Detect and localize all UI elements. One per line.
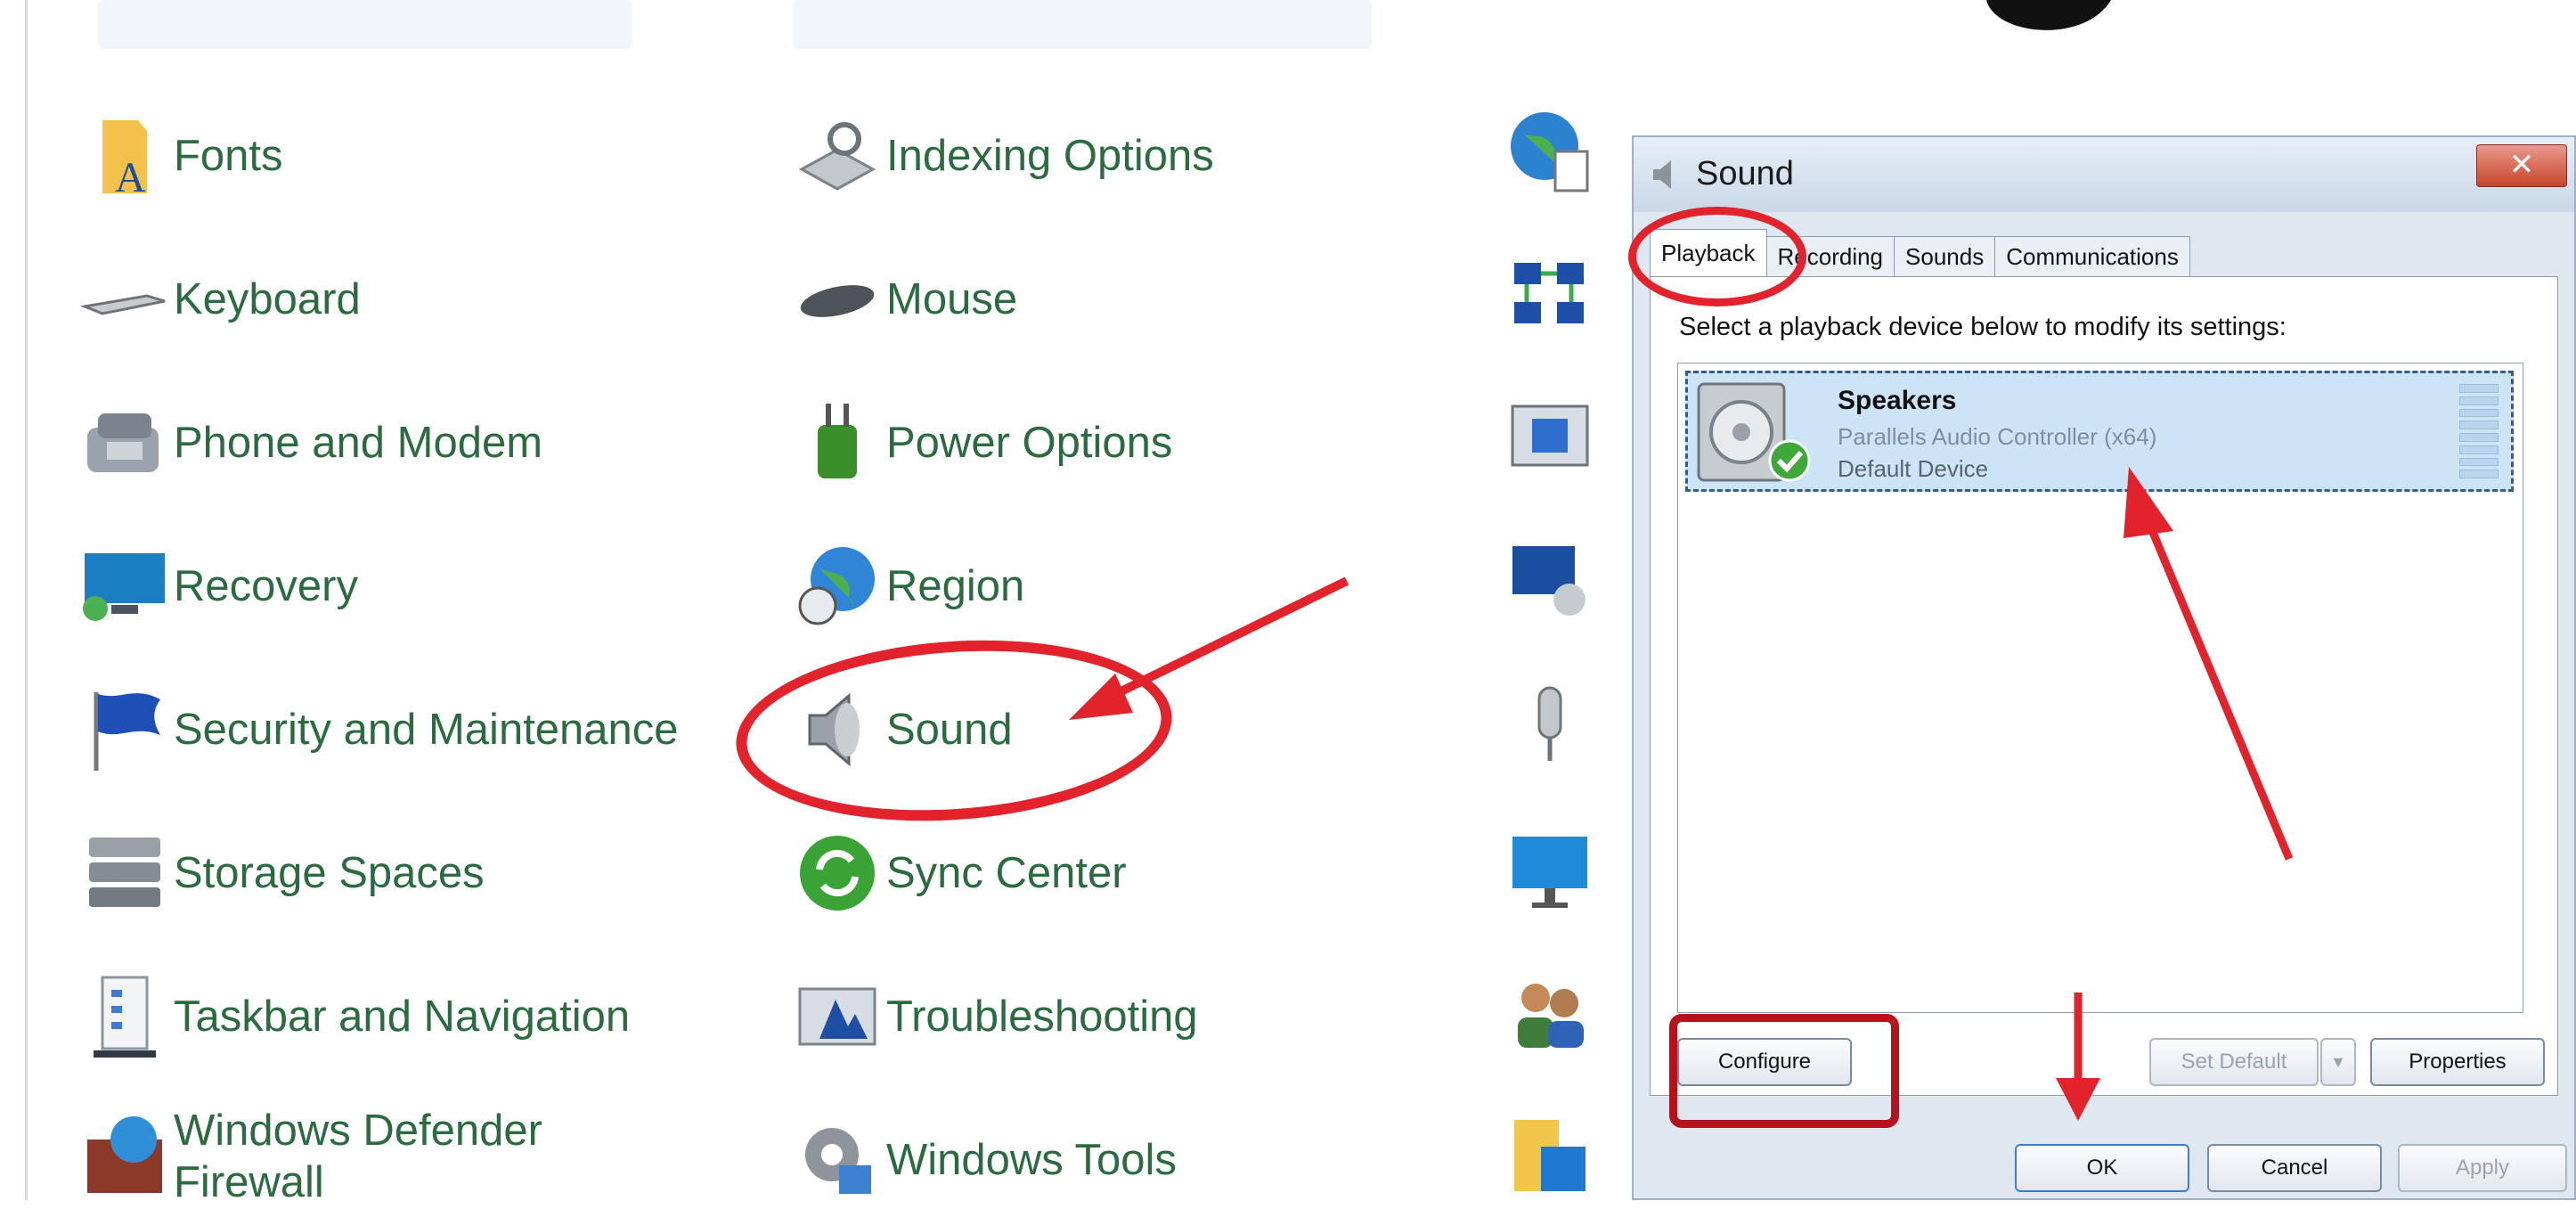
cp-item-troubleshooting[interactable]: Troubleshooting — [788, 968, 1198, 1066]
playback-panel: Select a playback device below to modify… — [1650, 276, 2558, 1096]
gear-tools-icon — [788, 1111, 886, 1209]
partial-dark-icon — [1986, 0, 2111, 30]
keyboard-icon — [76, 250, 174, 348]
security-flag-icon — [76, 681, 174, 779]
storage-spaces-icon — [76, 824, 174, 922]
svg-text:A: A — [115, 154, 146, 200]
properties-button[interactable]: Properties — [2370, 1038, 2545, 1086]
annotation-circle-playback-tab — [1628, 207, 1806, 306]
set-default-dropdown[interactable]: ▼ — [2320, 1038, 2356, 1086]
remote-desktop-icon[interactable] — [1505, 537, 1603, 635]
device-status: Default Device — [1838, 455, 1989, 482]
control-panel: A Fonts Keyboard Phone and Modem Recover… — [0, 0, 1630, 1206]
users-icon[interactable] — [1505, 968, 1603, 1066]
speaker-device-icon — [1697, 382, 1811, 482]
remoteapp-icon[interactable] — [1505, 394, 1603, 492]
cp-item-power-options[interactable]: Power Options — [788, 394, 1172, 492]
dialog-titlebar[interactable]: Sound ✕ — [1634, 137, 2574, 212]
fonts-folder-icon: A — [76, 107, 174, 205]
taskbar-icon — [76, 968, 174, 1066]
troubleshooting-icon — [788, 968, 886, 1066]
annotation-arrow-device — [2124, 467, 2294, 861]
left-border — [25, 0, 28, 1200]
device-item-speakers[interactable]: Speakers Parallels Audio Controller (x64… — [1685, 371, 2514, 492]
cp-item-windows-defender-firewall[interactable]: Windows Defender Firewall — [76, 1105, 592, 1208]
cp-item-security-maintenance[interactable]: Security and Maintenance — [76, 681, 679, 779]
ok-button[interactable]: OK — [2015, 1144, 2189, 1192]
apply-button[interactable]: Apply — [2398, 1144, 2567, 1192]
sound-dialog: Sound ✕ Playback Recording Sounds Commun… — [1628, 135, 2576, 1200]
annotation-box-configure — [1669, 1014, 1899, 1128]
instruction-text: Select a playback device below to modify… — [1679, 313, 2287, 341]
cp-item-region[interactable]: Region — [788, 537, 1024, 635]
device-controller: Parallels Audio Controller (x64) — [1838, 423, 2157, 450]
dialog-title: Sound — [1696, 155, 1794, 192]
device-list[interactable]: Speakers Parallels Audio Controller (x64… — [1677, 363, 2523, 1013]
work-folders-icon[interactable] — [1505, 1111, 1603, 1200]
cp-item-taskbar-navigation[interactable]: Taskbar and Navigation — [76, 968, 630, 1066]
cp-item-keyboard[interactable]: Keyboard — [76, 250, 361, 348]
tab-communications[interactable]: Communications — [1994, 236, 2190, 276]
device-name: Speakers — [1838, 386, 1957, 415]
globe-clock-icon — [788, 537, 886, 635]
sync-icon — [788, 824, 886, 922]
monitor-icon[interactable] — [1505, 824, 1603, 922]
annotation-arrow-sound — [1069, 576, 1349, 720]
phone-modem-icon — [76, 394, 174, 492]
firewall-icon — [76, 1105, 174, 1203]
cp-item-indexing-options[interactable]: Indexing Options — [788, 107, 1214, 205]
annotation-arrow-ok — [2056, 993, 2100, 1121]
indexing-icon — [788, 107, 886, 205]
cancel-button[interactable]: Cancel — [2207, 1144, 2382, 1192]
cp-item-sync-center[interactable]: Sync Center — [788, 824, 1127, 922]
set-default-button[interactable]: Set Default — [2149, 1038, 2319, 1086]
network-icon[interactable] — [1505, 250, 1603, 348]
power-icon — [788, 394, 886, 492]
volume-meter — [2459, 384, 2499, 478]
mouse-icon — [788, 250, 886, 348]
cp-item-mouse[interactable]: Mouse — [788, 250, 1017, 348]
cp-item-storage-spaces[interactable]: Storage Spaces — [76, 824, 485, 922]
partial-item-top-left — [98, 0, 632, 49]
globe-doc-icon[interactable] — [1505, 107, 1603, 205]
partial-item-top-middle — [793, 0, 1372, 49]
recovery-icon — [76, 537, 174, 635]
cp-item-recovery[interactable]: Recovery — [76, 537, 358, 635]
cp-item-phone-modem[interactable]: Phone and Modem — [76, 394, 542, 492]
tab-sounds[interactable]: Sounds — [1894, 236, 1996, 276]
speaker-small-icon — [1653, 160, 1671, 189]
cp-item-windows-tools[interactable]: Windows Tools — [788, 1111, 1177, 1209]
microphone-icon[interactable] — [1505, 681, 1603, 779]
chevron-down-icon: ▼ — [2330, 1053, 2346, 1071]
close-button[interactable]: ✕ — [2476, 144, 2567, 187]
cp-item-fonts[interactable]: A Fonts — [76, 107, 283, 205]
